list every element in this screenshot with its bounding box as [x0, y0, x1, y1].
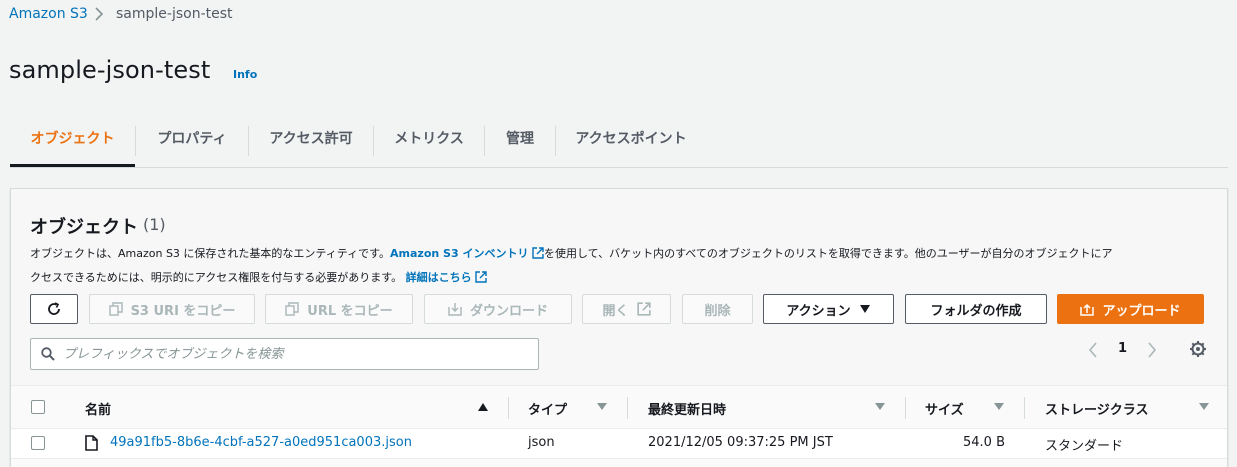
description-text: クセスできるためには、明示的にアクセス権限を付与する必要があります。: [30, 271, 403, 284]
sort-caret-icon[interactable]: [875, 403, 885, 410]
tab-access-points[interactable]: アクセスポイント: [556, 120, 706, 167]
copy-s3-uri-button[interactable]: S3 URI をコピー: [89, 294, 255, 324]
tab-bar: オブジェクト プロパティ アクセス許可 メトリクス 管理 アクセスポイント: [10, 120, 1228, 168]
table-header: 名前 タイプ 最終更新日時 サイズ ストレージクラス: [11, 385, 1227, 429]
sort-caret-icon[interactable]: [1199, 403, 1209, 410]
breadcrumb-amazon-s3-link[interactable]: Amazon S3: [9, 6, 88, 22]
object-type: json: [528, 435, 555, 450]
copy-icon: [285, 302, 299, 316]
info-link[interactable]: Info: [233, 68, 257, 81]
tab-properties[interactable]: プロパティ: [136, 120, 248, 167]
object-storage-class: スタンダード: [1045, 439, 1124, 454]
copy-url-label: URL をコピー: [307, 303, 393, 319]
column-divider: [905, 397, 906, 419]
refresh-button[interactable]: [30, 294, 78, 324]
previous-page-icon[interactable]: [1087, 341, 1099, 363]
column-divider: [627, 397, 628, 419]
page-number[interactable]: 1: [1118, 341, 1127, 356]
select-all-checkbox[interactable]: [31, 400, 45, 414]
copy-s3-uri-label: S3 URI をコピー: [130, 303, 236, 319]
upload-label: アップロード: [1102, 303, 1181, 319]
download-label: ダウンロード: [469, 303, 548, 319]
actions-button[interactable]: アクション: [763, 294, 894, 324]
tab-objects[interactable]: オブジェクト: [10, 120, 135, 167]
upload-button[interactable]: アップロード: [1057, 294, 1204, 324]
sort-caret-icon[interactable]: [597, 403, 607, 410]
column-header-name[interactable]: 名前: [85, 399, 111, 418]
sort-caret-icon[interactable]: [994, 403, 1004, 410]
table-row: 49a91fb5-8b6e-4cbf-a527-a0ed951ca003.jso…: [11, 429, 1227, 459]
download-button[interactable]: ダウンロード: [424, 294, 572, 324]
create-folder-button[interactable]: フォルダの作成: [905, 294, 1047, 324]
tab-permissions[interactable]: アクセス許可: [249, 120, 373, 167]
search-input[interactable]: [63, 344, 523, 364]
tab-management[interactable]: 管理: [485, 120, 555, 167]
open-label: 開く: [602, 303, 629, 319]
delete-button[interactable]: 削除: [682, 294, 753, 324]
refresh-icon: [48, 302, 60, 315]
copy-icon: [108, 302, 123, 316]
objects-count: (1): [143, 215, 166, 234]
download-icon: [448, 303, 462, 316]
object-last-modified: 2021/12/05 09:37:25 PM JST: [648, 435, 833, 450]
breadcrumb-current: sample-json-test: [116, 6, 233, 22]
file-icon: [85, 435, 98, 455]
column-divider: [1024, 397, 1025, 419]
tab-metrics[interactable]: メトリクス: [374, 120, 484, 167]
copy-url-button[interactable]: URL をコピー: [265, 294, 413, 324]
inventory-link[interactable]: Amazon S3 インベントリ: [390, 247, 528, 260]
column-divider: [508, 397, 509, 419]
page-title: sample-json-test: [9, 56, 211, 84]
description-text: オブジェクトは、Amazon S3 に保存された基本的なエンティティです。: [30, 247, 391, 260]
sort-ascending-icon[interactable]: [478, 403, 488, 411]
search-box: [30, 338, 539, 370]
tab-active-underline: [10, 164, 135, 167]
column-header-type[interactable]: タイプ: [528, 399, 567, 418]
create-folder-label: フォルダの作成: [930, 303, 1022, 319]
chevron-right-icon: [92, 5, 106, 27]
column-header-size[interactable]: サイズ: [925, 399, 964, 418]
next-page-icon[interactable]: [1146, 341, 1158, 363]
open-button[interactable]: 開く: [582, 294, 671, 324]
description-text: を使用して、バケット内のすべてのオブジェクトのリストを取得できます。他のユーザー…: [543, 247, 1113, 260]
caret-down-icon: [859, 305, 870, 313]
delete-label: 削除: [704, 303, 731, 319]
objects-heading: オブジェクト: [30, 217, 138, 238]
object-name-link[interactable]: 49a91fb5-8b6e-4cbf-a527-a0ed951ca003.jso…: [110, 435, 412, 450]
row-checkbox[interactable]: [31, 436, 45, 450]
gear-icon[interactable]: [1189, 340, 1207, 362]
actions-label: アクション: [786, 303, 851, 319]
objects-description: オブジェクトは、Amazon S3 に保存された基本的なエンティティです。Ama…: [30, 243, 1220, 291]
external-link-icon: [475, 269, 487, 291]
upload-icon: [1080, 303, 1095, 316]
object-size: 54.0 B: [963, 435, 1005, 450]
learn-more-link[interactable]: 詳細はこちら: [406, 271, 472, 284]
column-header-storage-class[interactable]: ストレージクラス: [1045, 399, 1148, 418]
external-link-icon: [532, 245, 544, 267]
search-icon: [41, 347, 55, 365]
external-link-icon: [636, 302, 651, 316]
column-header-last-modified[interactable]: 最終更新日時: [648, 399, 726, 418]
